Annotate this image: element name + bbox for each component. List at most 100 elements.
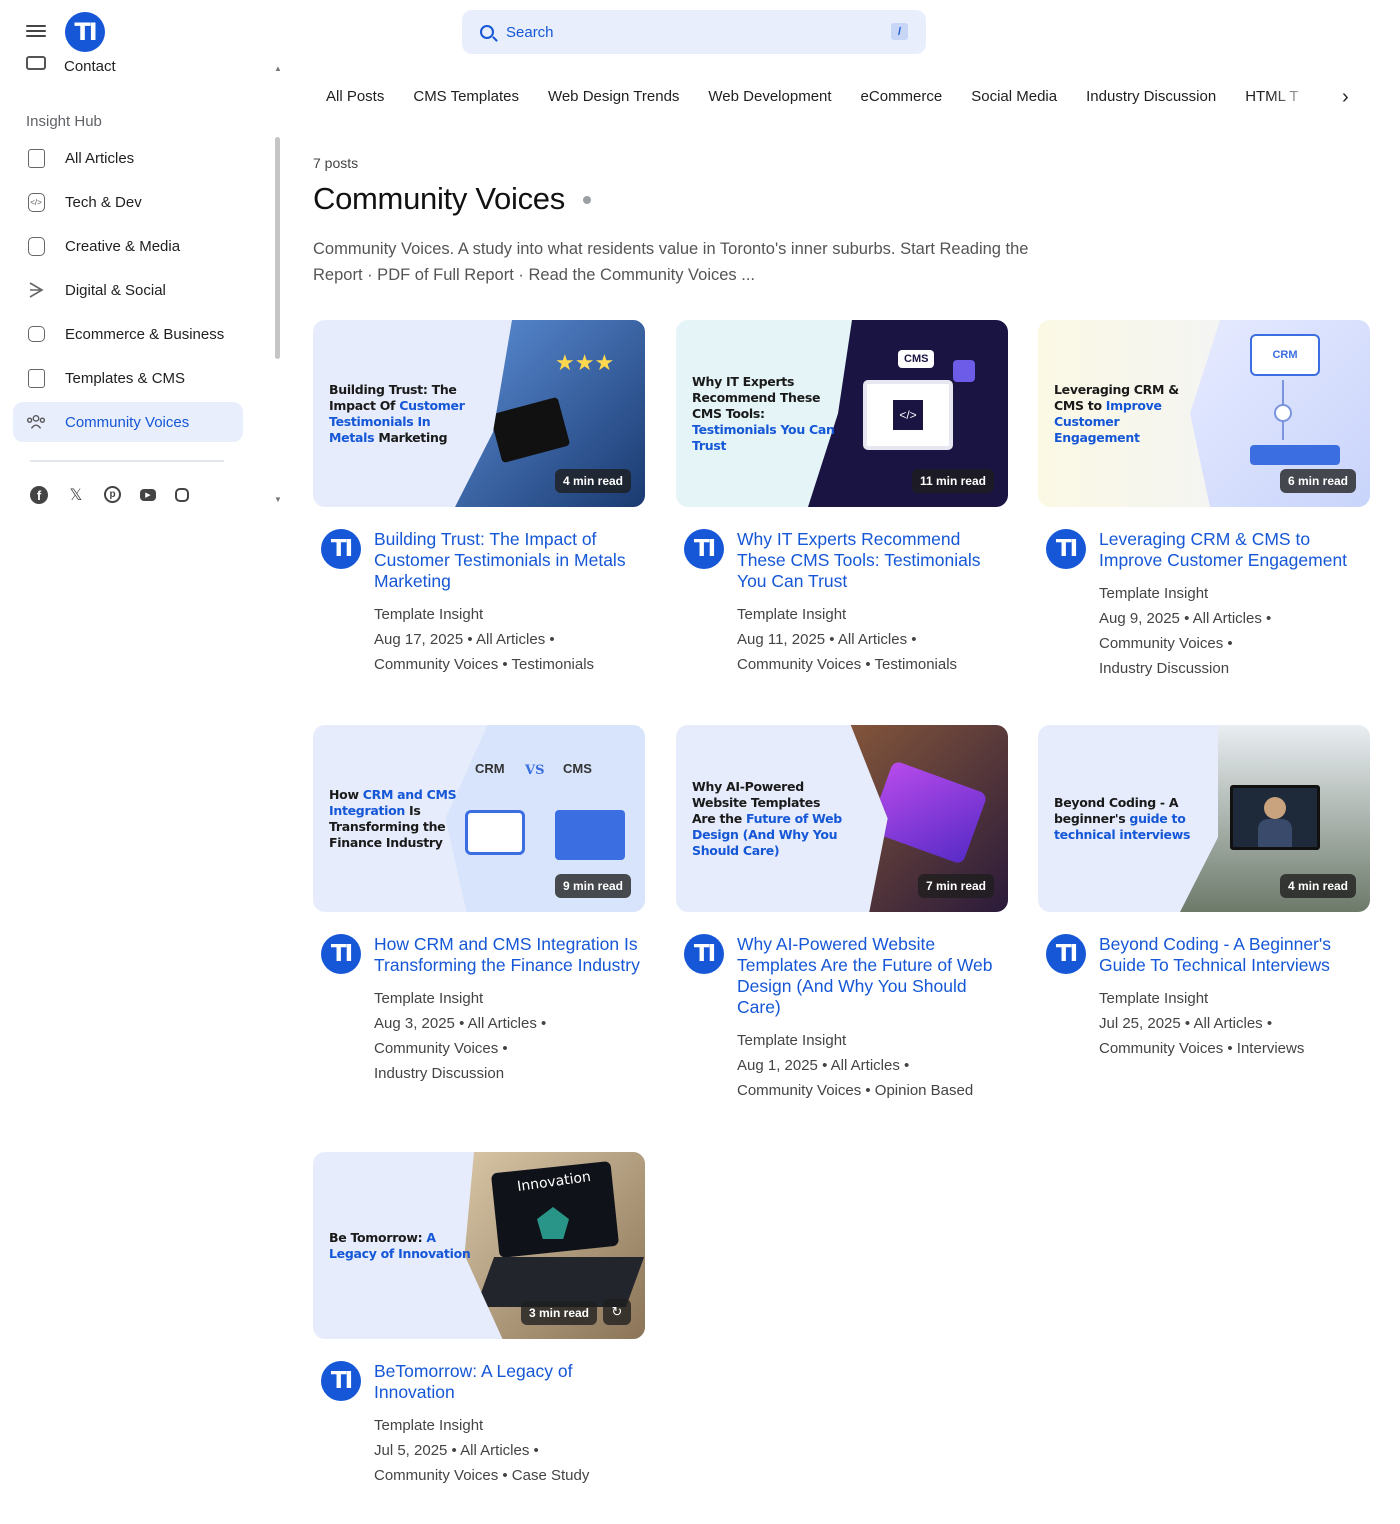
card-meta: Community Voices • Testimonials	[374, 656, 595, 673]
article-card[interactable]: ★★★ Building Trust: The Impact Of Custom…	[313, 320, 645, 677]
social-links: f 𝕏 p ▶	[30, 486, 189, 504]
card-title[interactable]: How CRM and CMS Integration Is Transform…	[374, 934, 645, 976]
article-thumbnail[interactable]: Why AI-Powered Website Templates Are the…	[676, 725, 1008, 912]
article-thumbnail[interactable]: CRM Leveraging CRM & CMS to Improve Cust…	[1038, 320, 1370, 507]
template-icon	[26, 368, 46, 388]
sidebar-item-contact[interactable]: Contact	[26, 56, 116, 76]
card-meta: Jul 25, 2025 • All Articles •	[1099, 1015, 1273, 1032]
x-icon[interactable]: 𝕏	[67, 486, 85, 504]
article-card[interactable]: CRM VS CMS How CRM and CMS Integration I…	[313, 725, 645, 1086]
page-description: Community Voices. A study into what resi…	[313, 240, 1029, 284]
scroll-down-arrow-icon[interactable]: ▼	[274, 495, 282, 504]
card-meta: Community Voices • Case Study	[374, 1467, 590, 1484]
article-card[interactable]: </> CMS Why IT Experts Recommend These C…	[676, 320, 1008, 677]
author-avatar[interactable]: TI	[684, 934, 724, 974]
instagram-icon[interactable]	[175, 488, 189, 502]
article-thumbnail[interactable]: CRM VS CMS How CRM and CMS Integration I…	[313, 725, 645, 912]
facebook-icon[interactable]: f	[30, 486, 48, 504]
page-title: Community Voices	[313, 181, 565, 216]
sidebar-item-templates-cms[interactable]: Templates & CMS	[13, 358, 243, 398]
card-meta: Aug 11, 2025 • All Articles •	[737, 631, 917, 648]
thumbnail-text: Be Tomorrow: A Legacy of Innovation	[329, 1229, 471, 1261]
card-meta: Community Voices •	[374, 1040, 508, 1057]
card-author[interactable]: Template Insight	[374, 1413, 645, 1438]
hamburger-menu-icon[interactable]	[26, 22, 46, 42]
card-author[interactable]: Template Insight	[737, 602, 1008, 627]
article-card[interactable]: Innovation Be Tomorrow: A Legacy of Inno…	[313, 1152, 645, 1488]
card-author[interactable]: Template Insight	[1099, 581, 1370, 606]
card-meta: Aug 1, 2025 • All Articles •	[737, 1057, 910, 1074]
sidebar-item-all-articles[interactable]: All Articles	[13, 138, 243, 178]
author-avatar[interactable]: TI	[684, 529, 724, 569]
card-author[interactable]: Template Insight	[374, 602, 645, 627]
article-card[interactable]: Beyond Coding - A beginner's guide to te…	[1038, 725, 1370, 1061]
chevron-right-icon[interactable]: ›	[1342, 86, 1349, 109]
card-title[interactable]: BeTomorrow: A Legacy of Innovation	[374, 1361, 645, 1403]
card-author[interactable]: Template Insight	[1099, 986, 1370, 1011]
youtube-icon[interactable]: ▶	[140, 489, 156, 501]
card-title[interactable]: Building Trust: The Impact of Customer T…	[374, 529, 645, 592]
category-tabs: All Posts CMS Templates Web Design Trends W…	[326, 88, 1330, 110]
people-icon	[26, 412, 46, 432]
read-time-badge: 7 min read	[917, 874, 994, 898]
thumbnail-text: Building Trust: The Impact Of Customer T…	[329, 381, 465, 445]
tabs-fade	[1270, 80, 1330, 120]
sidebar-item-digital-social[interactable]: Digital & Social	[13, 270, 243, 310]
mail-icon	[26, 56, 46, 70]
tab-web-design-trends[interactable]: Web Design Trends	[548, 88, 679, 105]
card-title[interactable]: Why IT Experts Recommend These CMS Tools…	[737, 529, 1008, 592]
read-time-badge: 4 min read	[1279, 874, 1356, 898]
card-body: TI Why IT Experts Recommend These CMS To…	[676, 507, 1008, 677]
refresh-icon[interactable]: ↻	[603, 1299, 631, 1325]
sidebar-item-community-voices[interactable]: Community Voices	[13, 402, 243, 442]
sidebar-item-label: Ecommerce & Business	[65, 325, 225, 343]
author-avatar[interactable]: TI	[321, 1361, 361, 1401]
card-body: TI How CRM and CMS Integration Is Transf…	[313, 912, 645, 1086]
read-time-badge: 11 min read	[911, 469, 994, 493]
vs-art-label: VS	[525, 763, 545, 778]
sidebar-scrollbar[interactable]	[275, 137, 280, 359]
card-title[interactable]: Leveraging CRM & CMS to Improve Customer…	[1099, 529, 1370, 571]
article-thumbnail[interactable]: Beyond Coding - A beginner's guide to te…	[1038, 725, 1370, 912]
tab-web-development[interactable]: Web Development	[708, 88, 831, 105]
tab-ecommerce[interactable]: eCommerce	[861, 88, 943, 105]
sidebar-item-label: Digital & Social	[65, 281, 166, 299]
thumbnail-text: Why IT Experts Recommend These CMS Tools…	[692, 373, 835, 453]
read-time-badge: 3 min read	[520, 1301, 597, 1325]
site-logo[interactable]: TI	[65, 12, 105, 52]
sidebar-item-label: All Articles	[65, 149, 135, 167]
article-card[interactable]: CRM Leveraging CRM & CMS to Improve Cust…	[1038, 320, 1370, 681]
sidebar-item-ecommerce-business[interactable]: Ecommerce & Business	[13, 314, 243, 354]
article-thumbnail[interactable]: </> CMS Why IT Experts Recommend These C…	[676, 320, 1008, 507]
read-time-badge: 9 min read	[554, 874, 631, 898]
pinterest-icon[interactable]: p	[104, 486, 121, 503]
article-card[interactable]: Why AI-Powered Website Templates Are the…	[676, 725, 1008, 1103]
card-title[interactable]: Beyond Coding - A Beginner's Guide To Te…	[1099, 934, 1370, 976]
tab-social-media[interactable]: Social Media	[971, 88, 1057, 105]
article-thumbnail[interactable]: Innovation Be Tomorrow: A Legacy of Inno…	[313, 1152, 645, 1339]
card-meta: Aug 3, 2025 • All Articles •	[374, 1015, 547, 1032]
card-title[interactable]: Why AI-Powered Website Templates Are the…	[737, 934, 1008, 1018]
sidebar-item-creative-media[interactable]: Creative & Media	[13, 226, 243, 266]
thumbnail-text: Leveraging CRM & CMS to Improve Customer…	[1054, 381, 1179, 445]
card-body: TI Why AI-Powered Website Templates Are …	[676, 912, 1008, 1103]
card-author[interactable]: Template Insight	[737, 1028, 1008, 1053]
search-icon	[480, 25, 494, 39]
tab-all-posts[interactable]: All Posts	[326, 88, 384, 105]
article-thumbnail[interactable]: ★★★ Building Trust: The Impact Of Custom…	[313, 320, 645, 507]
search-input[interactable]: Search /	[462, 10, 926, 54]
author-avatar[interactable]: TI	[321, 934, 361, 974]
share-icon	[26, 280, 46, 300]
card-meta: Community Voices • Interviews	[1099, 1040, 1305, 1057]
scroll-up-arrow-icon[interactable]: ▲	[274, 64, 282, 73]
tab-cms-templates[interactable]: CMS Templates	[413, 88, 519, 105]
author-avatar[interactable]: TI	[321, 529, 361, 569]
author-avatar[interactable]: TI	[1046, 934, 1086, 974]
sidebar-nav: All Articles </> Tech & Dev Creative & M…	[13, 138, 243, 446]
tab-industry-discussion[interactable]: Industry Discussion	[1086, 88, 1216, 105]
author-avatar[interactable]: TI	[1046, 529, 1086, 569]
thumbnail-text: Beyond Coding - A beginner's guide to te…	[1054, 794, 1191, 842]
card-meta: Industry Discussion	[1099, 660, 1230, 677]
sidebar-item-tech-dev[interactable]: </> Tech & Dev	[13, 182, 243, 222]
card-author[interactable]: Template Insight	[374, 986, 645, 1011]
